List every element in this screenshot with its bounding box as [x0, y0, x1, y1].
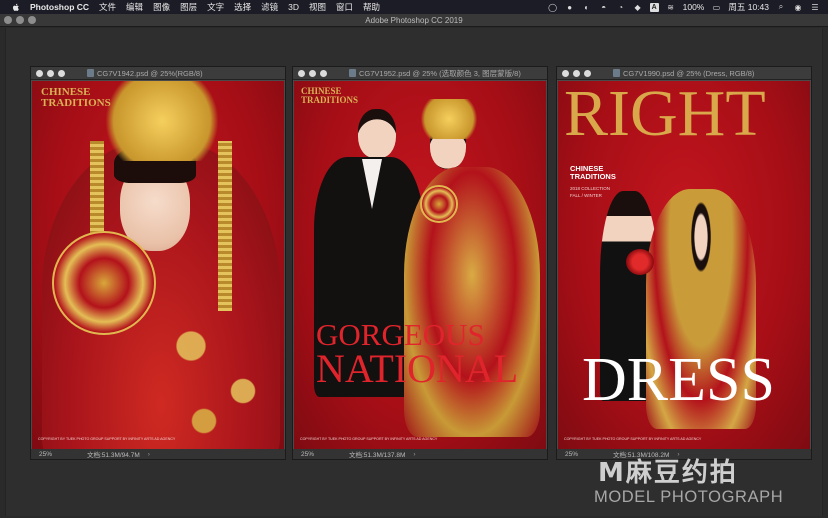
- document-canvas[interactable]: CHINESE TRADITIONS COPYRIGHT BY TUEK PHO…: [32, 81, 284, 451]
- status-menu-arrow-icon[interactable]: ›: [148, 451, 150, 458]
- headline-national: NATIONAL: [316, 346, 519, 391]
- document-title-text: CG7V1990.psd @ 25% (Dress, RGB/8): [623, 68, 755, 78]
- rose-bouquet: [626, 249, 654, 275]
- menu-edit[interactable]: 编辑: [126, 1, 143, 13]
- document-title: CG7V1942.psd @ 25%(RGB/8): [87, 69, 203, 78]
- zoom-level[interactable]: 25%: [565, 451, 605, 458]
- doc-zoom-button[interactable]: [584, 69, 591, 77]
- ghost-icon[interactable]: ◓: [599, 3, 609, 12]
- menu-layer[interactable]: 图层: [180, 1, 197, 13]
- status-menu-arrow-icon[interactable]: ›: [413, 451, 415, 458]
- document-size: 文档:51.3M/94.7M: [87, 452, 140, 459]
- zoom-level[interactable]: 25%: [39, 451, 79, 458]
- menu-3d[interactable]: 3D: [288, 2, 299, 12]
- menu-window[interactable]: 窗口: [336, 1, 353, 13]
- apple-menu-icon[interactable]: [12, 3, 22, 12]
- app-minimize-button[interactable]: [16, 16, 24, 24]
- psd-file-icon: [349, 69, 356, 77]
- bride-headdress: [414, 99, 484, 139]
- circle-icon[interactable]: ◯: [548, 3, 558, 12]
- document-statusbar: 25% 文档:51.3M/108.2M ›: [557, 449, 811, 459]
- document-title-text: CG7V1952.psd @ 25% (选取颜色 3, 图层蒙版/8): [359, 68, 521, 78]
- gold-embroidery: [152, 301, 282, 451]
- doc-close-button[interactable]: [298, 69, 305, 77]
- psd-file-icon: [87, 69, 94, 77]
- groom-head: [358, 109, 396, 159]
- doc-minimize-button[interactable]: [573, 69, 580, 77]
- menu-select[interactable]: 选择: [234, 1, 251, 13]
- wechat-icon[interactable]: ●: [565, 3, 575, 12]
- phoenix-crown: [92, 81, 232, 161]
- poster-artwork: CHINESE TRADITIONS GORGEOUS NATIONAL COP…: [294, 81, 546, 451]
- document-statusbar: 25% 文档:51.3M/94.7M ›: [31, 449, 285, 459]
- document-size: 文档:51.3M/137.8M: [349, 452, 406, 459]
- document-titlebar[interactable]: CG7V1952.psd @ 25% (选取颜色 3, 图层蒙版/8): [293, 67, 547, 80]
- brand-line-2: TRADITIONS: [301, 95, 359, 105]
- embroidered-fan: [420, 185, 458, 223]
- battery-icon[interactable]: ▭: [711, 3, 721, 12]
- document-titlebar[interactable]: CG7V1942.psd @ 25%(RGB/8): [31, 67, 285, 80]
- psd-file-icon: [613, 69, 620, 77]
- document-window-1[interactable]: CG7V1942.psd @ 25%(RGB/8) CHINESE TRADIT…: [30, 66, 286, 460]
- document-title-text: CG7V1942.psd @ 25%(RGB/8): [97, 68, 203, 78]
- document-title: CG7V1990.psd @ 25% (Dress, RGB/8): [613, 69, 754, 78]
- app-zoom-button[interactable]: [28, 16, 36, 24]
- app-title: Adobe Photoshop CC 2019: [365, 15, 463, 25]
- copyright-fineprint: COPYRIGHT BY TUEK PHOTO GROUP SUPPORT BY…: [38, 437, 176, 441]
- document-canvas[interactable]: RIGHT CHINESE TRADITIONS 2018 COLLECTION…: [558, 81, 810, 451]
- document-statusbar: 25% 文档:51.3M/137.8M ›: [293, 449, 547, 459]
- menubar-datetime[interactable]: 周五 10:43: [728, 1, 769, 13]
- doc-zoom-button[interactable]: [58, 69, 65, 77]
- menubar: Photoshop CC 文件 编辑 图像 图层 文字 选择 滤镜 3D 视图 …: [0, 0, 828, 14]
- zoom-level[interactable]: 25%: [301, 451, 341, 458]
- menu-filter[interactable]: 滤镜: [261, 1, 278, 13]
- poster-artwork: RIGHT CHINESE TRADITIONS 2018 COLLECTION…: [558, 81, 810, 451]
- menu-image[interactable]: 图像: [153, 1, 170, 13]
- right-tassels: [218, 141, 232, 311]
- search-icon[interactable]: ⌕: [776, 2, 786, 12]
- headline-dress: DRESS: [582, 346, 775, 414]
- status-menu-arrow-icon[interactable]: ›: [677, 451, 679, 458]
- document-canvas[interactable]: CHINESE TRADITIONS GORGEOUS NATIONAL COP…: [294, 81, 546, 451]
- masthead-right: RIGHT: [564, 81, 766, 150]
- document-titlebar[interactable]: CG7V1990.psd @ 25% (Dress, RGB/8): [557, 67, 811, 80]
- menu-help[interactable]: 帮助: [363, 1, 380, 13]
- app-window-controls: [4, 16, 36, 24]
- doc-zoom-button[interactable]: [320, 69, 327, 77]
- app-titlebar: Adobe Photoshop CC 2019: [0, 14, 828, 27]
- brand-line-2: TRADITIONS: [570, 172, 616, 181]
- doc-close-button[interactable]: [36, 69, 43, 77]
- menubar-status-area: ◯ ● ◐ ◓ ◔ ◆ A ≋ 100% ▭ 周五 10:43 ⌕ ◉ ☰: [548, 1, 820, 13]
- document-window-2[interactable]: CG7V1952.psd @ 25% (选取颜色 3, 图层蒙版/8) CHIN…: [292, 66, 548, 460]
- doc-minimize-button[interactable]: [47, 69, 54, 77]
- menu-type[interactable]: 文字: [207, 1, 224, 13]
- document-window-3[interactable]: CG7V1990.psd @ 25% (Dress, RGB/8) RIGHT …: [556, 66, 812, 460]
- menu-view[interactable]: 视图: [309, 1, 326, 13]
- collection-year: 2018 COLLECTION: [570, 186, 611, 191]
- collection-season: FALL / WINTER: [570, 193, 602, 198]
- document-title: CG7V1952.psd @ 25% (选取颜色 3, 图层蒙版/8): [349, 68, 521, 79]
- wifi-icon[interactable]: ≋: [666, 3, 676, 12]
- poster-artwork: CHINESE TRADITIONS COPYRIGHT BY TUEK PHO…: [32, 81, 284, 451]
- list-icon[interactable]: ☰: [810, 3, 820, 12]
- embroidered-fan: [52, 231, 156, 335]
- menubar-app-name[interactable]: Photoshop CC: [30, 2, 89, 12]
- bell-icon[interactable]: ◔: [616, 3, 626, 12]
- menu-file[interactable]: 文件: [99, 1, 116, 13]
- qq-icon[interactable]: ◐: [582, 3, 592, 12]
- siri-icon[interactable]: ◉: [793, 3, 803, 12]
- document-size: 文档:51.3M/108.2M: [613, 452, 670, 459]
- input-a-icon[interactable]: A: [649, 2, 659, 12]
- copyright-fineprint: COPYRIGHT BY TUEK PHOTO GROUP SUPPORT BY…: [300, 437, 438, 441]
- app-close-button[interactable]: [4, 16, 12, 24]
- battery-percent: 100%: [682, 2, 705, 12]
- copyright-fineprint: COPYRIGHT BY TUEK PHOTO GROUP SUPPORT BY…: [564, 437, 702, 441]
- dropbox-icon[interactable]: ◆: [633, 3, 643, 12]
- doc-close-button[interactable]: [562, 69, 569, 77]
- brand-line-2: TRADITIONS: [41, 97, 111, 109]
- doc-minimize-button[interactable]: [309, 69, 316, 77]
